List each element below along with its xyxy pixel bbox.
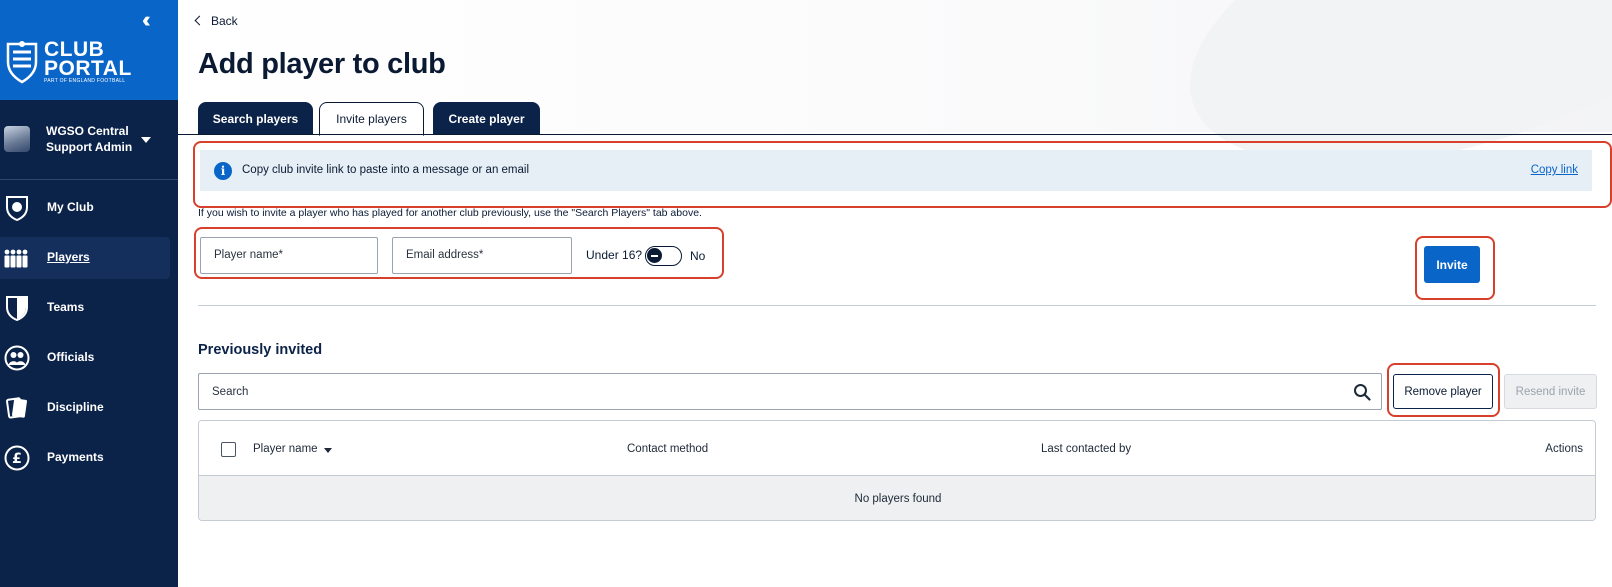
sidebar-item-label: Payments [47,450,104,464]
search-icon[interactable] [1353,383,1371,401]
sidebar-item-label: Officials [47,350,95,364]
copy-link[interactable]: Copy link [1531,164,1578,176]
previously-invited-title: Previously invited [198,342,323,358]
back-link[interactable]: Back [194,14,238,28]
section-divider [198,305,1596,306]
sidebar-item-label: Discipline [47,400,104,414]
decorative-swoosh [1152,0,1612,227]
invite-hint-text: If you wish to invite a player who has p… [198,207,702,219]
email-field[interactable]: Email address* [392,237,572,274]
player-name-placeholder: Player name* [214,249,284,261]
shield-icon [3,295,31,321]
search-input[interactable]: Search [198,373,1382,410]
resend-invite-button[interactable]: Resend invite [1504,374,1597,409]
under16-toggle[interactable] [645,246,682,266]
under16-label: Under 16? [586,248,643,262]
sort-caret-icon[interactable] [324,448,332,453]
tab-create-player[interactable]: Create player [433,102,540,135]
club-portal-logo[interactable]: CLUB PORTAL PART OF ENGLAND FOOTBALL [4,39,131,86]
chevron-down-icon[interactable] [141,137,151,143]
account-switcher[interactable]: WGSO Central Support Admin [0,100,178,180]
chevron-left-icon [194,15,205,26]
invited-players-table: Player name Contact method Last contacte… [198,420,1596,521]
players-icon [3,245,31,271]
column-last-contacted-by: Last contacted by [1041,443,1132,455]
sidebar: ‹‹ CLUB PORTAL PART OF ENGLAND FOOTBALL … [0,0,178,587]
club-crest-icon [3,195,31,221]
sidebar-item-label: My Club [47,200,94,214]
select-all-checkbox[interactable] [221,442,236,457]
account-name: WGSO Central Support Admin [46,124,133,154]
info-icon: i [214,162,232,180]
three-lions-crest-icon [6,41,38,84]
sidebar-item-label: Teams [47,300,85,314]
cards-icon [3,395,31,421]
sidebar-item-discipline[interactable]: Discipline [0,387,170,429]
officials-icon [3,345,31,371]
logo-wordmark: CLUB PORTAL [44,38,132,80]
column-player-name[interactable]: Player name [253,443,318,455]
sidebar-header: ‹‹ CLUB PORTAL PART OF ENGLAND FOOTBALL [0,0,178,100]
sidebar-item-label: Players [47,250,90,264]
invite-button[interactable]: Invite [1424,246,1480,283]
collapse-sidebar-icon[interactable]: ‹‹ [142,8,150,32]
email-placeholder: Email address* [406,249,484,261]
sidebar-item-players[interactable]: Players [0,237,170,279]
pound-icon: £ [3,445,31,471]
column-contact-method: Contact method [627,443,709,455]
logo-tagline: PART OF ENGLAND FOOTBALL [44,78,126,84]
table-header: Player name Contact method Last contacte… [199,421,1595,476]
tab-invite-players[interactable]: Invite players [319,102,424,136]
empty-state: No players found [199,476,1595,520]
account-avatar [4,126,30,152]
svg-text:£: £ [12,451,22,467]
player-name-field[interactable]: Player name* [200,237,378,274]
search-placeholder: Search [212,386,249,398]
tabs-underline [178,134,1612,135]
invite-link-banner: i Copy club invite link to paste into a … [200,150,1592,191]
sidebar-item-my-club[interactable]: My Club [0,187,170,229]
banner-text: Copy club invite link to paste into a me… [242,164,530,176]
page-title: Add player to club [198,48,446,80]
back-label: Back [211,14,238,28]
sidebar-item-payments[interactable]: £ Payments [0,437,170,479]
sidebar-item-teams[interactable]: Teams [0,287,170,329]
remove-player-button[interactable]: Remove player [1393,374,1493,409]
toggle-off-icon [647,248,662,263]
tab-search-players[interactable]: Search players [198,102,313,135]
column-actions: Actions [1545,443,1583,455]
main-content: Back Add player to club Search players I… [178,0,1612,587]
sidebar-item-officials[interactable]: Officials [0,337,170,379]
under16-value: No [690,249,706,263]
